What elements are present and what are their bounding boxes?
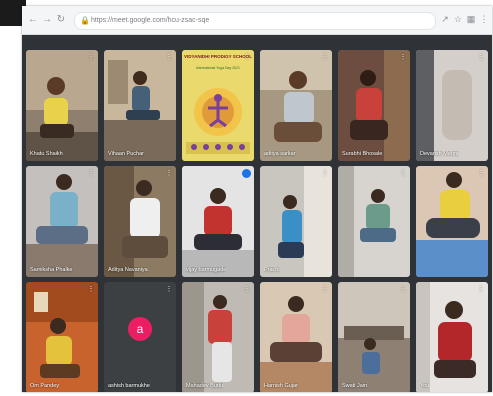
participant-name: You xyxy=(420,383,430,389)
more-options-icon[interactable]: ⋮ xyxy=(399,53,407,62)
participant-tile[interactable]: ⋮ Vihaan Puchar xyxy=(104,50,176,161)
more-options-icon[interactable]: ⋮ xyxy=(165,169,173,178)
banner-subtitle: International Yoga Day 2021 xyxy=(196,66,240,70)
more-options-icon[interactable]: ⋮ xyxy=(87,53,95,62)
participant-tile[interactable]: ⋮ xyxy=(416,166,488,277)
participant-name: vijay barmugade xyxy=(186,267,227,273)
participant-tile[interactable]: VIDYANIDHI PRODIGY SCHOOL International … xyxy=(182,50,254,161)
extensions-icon[interactable]: ▦ xyxy=(466,14,476,24)
participant-tile[interactable]: ⋮ aditya sarkar xyxy=(260,50,332,161)
participant-name: Aditya Navaniya xyxy=(108,267,148,273)
forward-icon[interactable]: → xyxy=(42,15,52,25)
video-feed xyxy=(260,50,332,161)
video-feed xyxy=(104,50,176,161)
browser-toolbar: ← → ↻ 🔒 https://meet.google.com/hcu-zsac… xyxy=(22,6,492,35)
participant-name: Surabhi Bhosale xyxy=(342,151,383,157)
video-feed xyxy=(338,50,410,161)
bookmark-star-icon[interactable]: ☆ xyxy=(453,14,463,24)
participant-name: Prachi xyxy=(264,267,280,273)
video-feed xyxy=(104,166,176,277)
lock-icon: 🔒 xyxy=(80,16,90,25)
video-feed xyxy=(260,166,332,277)
participant-grid: ⋮ Khatu Shaikh ⋮ Vihaan Puchar VIDYANIDH… xyxy=(26,50,488,392)
participant-tile[interactable]: ⋮ Khatu Shaikh xyxy=(26,50,98,161)
participant-tile[interactable]: ⋮ Om Pandey xyxy=(26,282,98,392)
participant-name: Vihaan Puchar xyxy=(108,151,144,157)
reload-icon[interactable]: ↻ xyxy=(56,15,66,25)
video-feed xyxy=(26,282,98,392)
participant-name: Swati Jain xyxy=(342,383,368,389)
participant-name: Samiksha Phalke xyxy=(30,267,73,273)
menu-icon[interactable]: ⋮ xyxy=(479,14,489,24)
participant-name: aditya sarkar xyxy=(264,151,296,157)
more-options-icon[interactable]: ⋮ xyxy=(87,169,95,178)
more-options-icon[interactable]: ⋮ xyxy=(243,53,251,62)
participant-avatar: a xyxy=(128,317,152,341)
address-url: https://meet.google.com/hcu-zsac-sqe xyxy=(91,17,210,24)
participant-tile[interactable]: ⋮ Surabhi Bhosale xyxy=(338,50,410,161)
video-feed xyxy=(26,50,98,161)
participant-tile[interactable]: ⋮ Harnish Gujar xyxy=(260,282,332,392)
participant-name: Mahadev Budu xyxy=(186,383,223,389)
video-feed xyxy=(416,282,488,392)
more-options-icon[interactable]: ⋮ xyxy=(477,285,485,294)
more-options-icon[interactable]: ⋮ xyxy=(399,169,407,178)
participant-tile[interactable]: a ⋮ ashish barmukhe xyxy=(104,282,176,392)
participant-name: ashish barmukhe xyxy=(108,383,150,389)
participant-tile[interactable]: ⋮ xyxy=(338,166,410,277)
participant-tile[interactable]: ⋮ Mahadev Budu xyxy=(182,282,254,392)
more-options-icon[interactable]: ⋮ xyxy=(243,285,251,294)
participant-tile[interactable]: ⋮ Devansh Mehra xyxy=(416,50,488,161)
more-options-icon[interactable]: ⋮ xyxy=(165,53,173,62)
video-feed xyxy=(182,282,254,392)
more-options-icon[interactable]: ⋮ xyxy=(399,285,407,294)
more-options-icon[interactable]: ⋮ xyxy=(165,285,173,294)
more-options-icon[interactable]: ⋮ xyxy=(321,169,329,178)
participant-tile-self[interactable]: ⋮ You xyxy=(416,282,488,392)
more-options-icon[interactable]: ⋮ xyxy=(477,53,485,62)
video-feed xyxy=(338,282,410,392)
address-bar[interactable]: 🔒 https://meet.google.com/hcu-zsac-sqe xyxy=(74,12,436,30)
participant-tile[interactable]: ⋮ Prachi xyxy=(260,166,332,277)
video-feed xyxy=(260,282,332,392)
video-feed xyxy=(416,166,488,277)
participant-tile-active[interactable]: vijay barmugade xyxy=(182,166,254,277)
more-options-icon[interactable]: ⋮ xyxy=(87,285,95,294)
participant-name: Harnish Gujar xyxy=(264,383,298,389)
more-options-icon[interactable]: ⋮ xyxy=(477,169,485,178)
browser-window: ← → ↻ 🔒 https://meet.google.com/hcu-zsac… xyxy=(22,6,492,392)
video-feed xyxy=(26,166,98,277)
share-icon[interactable]: ↗ xyxy=(440,14,450,24)
participant-name: Om Pandey xyxy=(30,383,60,389)
participant-name: Khatu Shaikh xyxy=(30,151,63,157)
participant-tile[interactable]: ⋮ Aditya Navaniya xyxy=(104,166,176,277)
participant-tile[interactable]: ⋮ Swati Jain xyxy=(338,282,410,392)
video-feed xyxy=(416,50,488,161)
more-options-icon[interactable]: ⋮ xyxy=(321,53,329,62)
speaking-indicator-icon xyxy=(242,169,251,178)
participant-tile[interactable]: ⋮ Samiksha Phalke xyxy=(26,166,98,277)
back-icon[interactable]: ← xyxy=(28,15,38,25)
video-feed xyxy=(182,166,254,277)
video-feed xyxy=(338,166,410,277)
more-options-icon[interactable]: ⋮ xyxy=(321,285,329,294)
participant-name: Devansh Mehra xyxy=(420,151,459,157)
